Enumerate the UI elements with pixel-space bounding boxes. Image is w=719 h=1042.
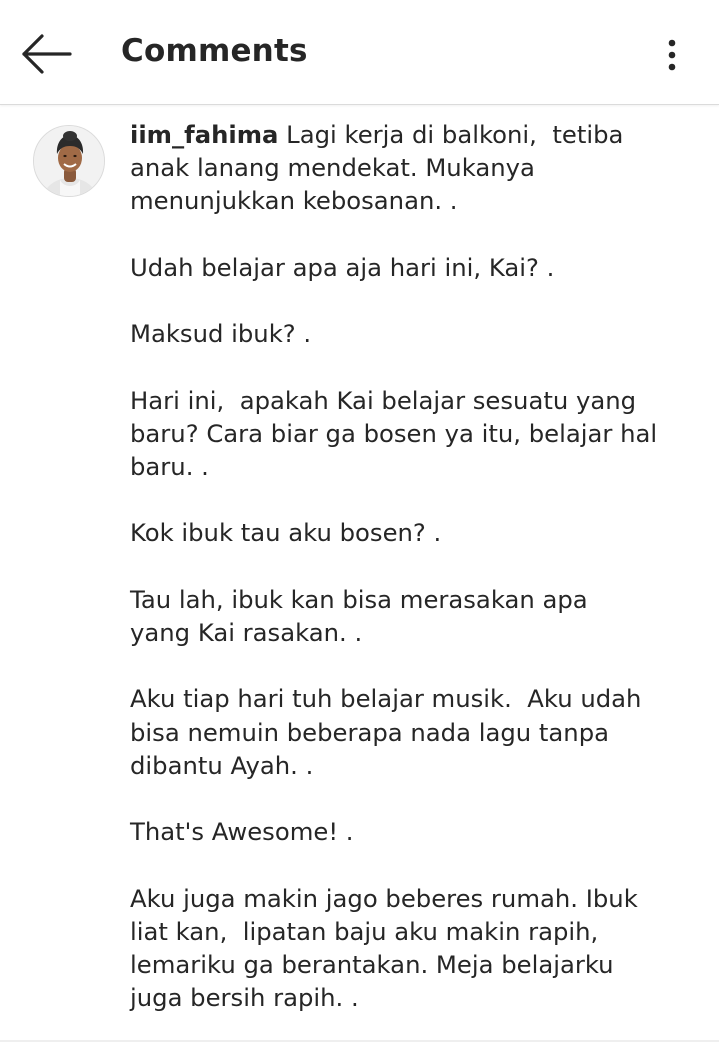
more-vertical-icon [668, 39, 676, 71]
comment-line: menunjukkan kebosanan. . [130, 186, 458, 216]
profile-avatar-icon [34, 126, 104, 196]
comment-line: juga bersih rapih. . [130, 983, 359, 1013]
back-button[interactable] [18, 30, 78, 80]
comment-line: Kok ibuk tau aku bosen? . [130, 518, 442, 548]
comment-line: Aku juga makin jago beberes rumah. Ibuk [130, 883, 638, 913]
comment-username[interactable]: iim_fahima [130, 120, 278, 149]
more-options-button[interactable] [652, 34, 692, 76]
comment-line: Hari ini, apakah Kai belajar sesuatu yan… [130, 385, 637, 415]
comment-line: Maksud ibuk? . [130, 319, 312, 349]
comment-line: bisa nemuin beberapa nada lagu tanpa [130, 717, 610, 747]
comment-line: Lagi kerja di balkoni, tetiba [286, 120, 624, 149]
comment-line: Tau lah, ibuk kan bisa merasakan apa [130, 584, 588, 614]
page-title: Comments [121, 33, 308, 69]
comment-line: Udah belajar apa aja hari ini, Kai? . [130, 252, 555, 282]
user-avatar[interactable] [33, 125, 105, 197]
comment-line: liat kan, lipatan baju aku makin rapih, [130, 916, 599, 946]
comment-line: baru. . [130, 452, 209, 482]
comment-line: lemariku ga berantakan. Meja belajarku [130, 950, 614, 980]
top-app-bar: Comments [0, 0, 719, 105]
comment-line: That's Awesome! . [130, 817, 354, 847]
comment-line: yang Kai rasakan. . [130, 618, 363, 648]
comment-line: Aku tiap hari tuh belajar musik. Aku uda… [130, 684, 642, 714]
comment-line: anak lanang mendekat. Mukanya [130, 153, 535, 183]
comment-line: baru? Cara biar ga bosen ya itu, belajar… [130, 418, 658, 448]
arrow-left-icon [22, 34, 72, 74]
comment-body: iim_fahima Lagi kerja di balkoni, tetiba… [130, 118, 690, 1014]
comment-line: dibantu Ayah. . [130, 750, 314, 780]
